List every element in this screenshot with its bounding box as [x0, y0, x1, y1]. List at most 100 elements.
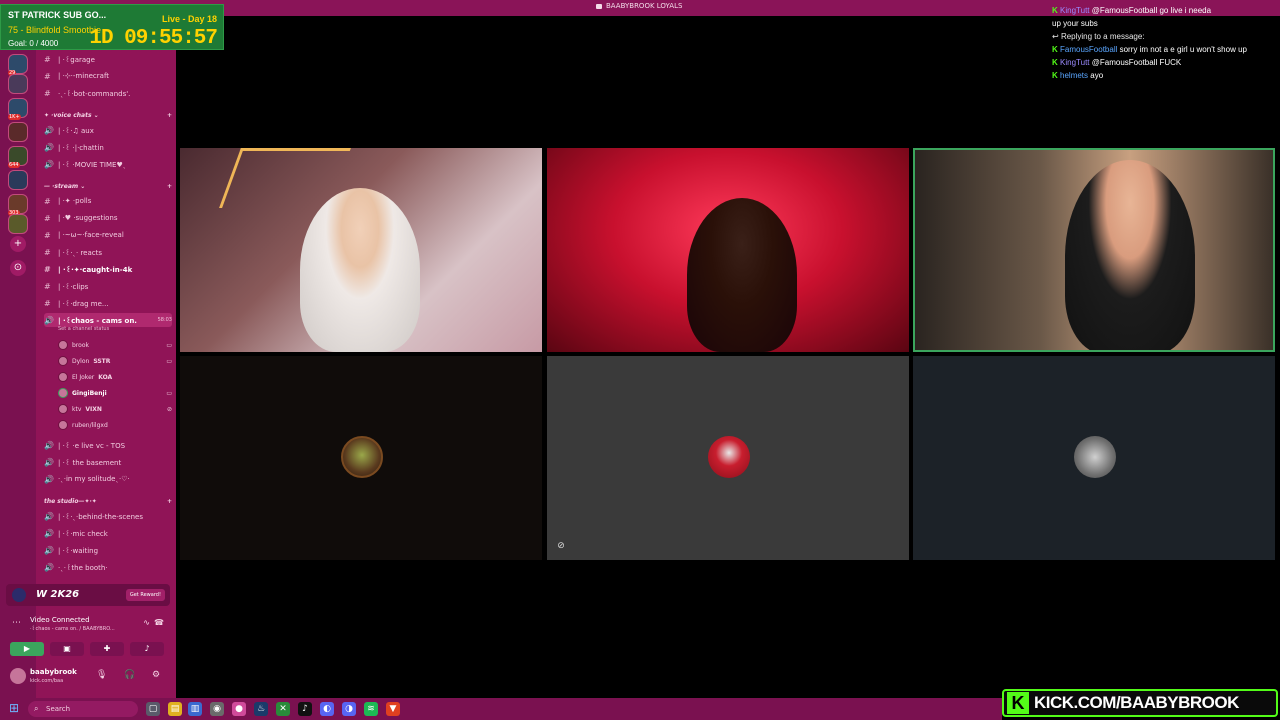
discord-app-icon[interactable]: ◐	[320, 702, 334, 716]
server-icon[interactable]	[8, 170, 28, 190]
avatar-tile[interactable]	[913, 356, 1275, 560]
channel-status-hint[interactable]: Set a channel status	[58, 326, 109, 332]
server-icon[interactable]	[8, 214, 28, 234]
voice-channel-item[interactable]: 🔊 | ·꒰ ·|·chattin	[44, 140, 172, 154]
channel-item[interactable]: # | ·꒰garage	[44, 52, 172, 66]
camera-icon: ▭	[166, 357, 172, 365]
chat-text: sorry im not a e girl u won't show up	[1119, 45, 1247, 54]
channel-item[interactable]: # ·ˎ·꒰·bot-commands'.	[44, 86, 172, 100]
discord-app-icon[interactable]: ◑	[342, 702, 356, 716]
task-view-icon[interactable]: ▢	[146, 702, 160, 716]
category-studio[interactable]: the studio—✦·✦ +	[44, 498, 172, 505]
channel-label: | ·꒰chaos - cams on.	[58, 317, 137, 325]
channel-item[interactable]: # | ·♥ ·suggestions	[44, 211, 172, 225]
add-channel-icon[interactable]: +	[167, 183, 172, 190]
avatar	[1074, 436, 1116, 478]
channel-item[interactable]: # | ·꒰·✦·caught-in-4k	[44, 262, 172, 276]
voice-member[interactable]: brook ▭	[58, 338, 172, 352]
gear-icon[interactable]: ⚙	[152, 670, 160, 680]
voice-channel-item[interactable]: 🔊 ·ˎ·in my solitudeˎ·♡·	[44, 472, 172, 486]
voice-connection-subtitle[interactable]: ·꒰chaos - cams on. / BAABYBRO...	[30, 626, 115, 632]
hash-icon: #	[44, 213, 51, 223]
channel-item[interactable]: # | ·꒰·ˎ· reacts	[44, 245, 172, 259]
add-channel-icon[interactable]: +	[167, 498, 172, 505]
channel-item[interactable]: # | ·꒰·drag me...	[44, 296, 172, 310]
headphones-icon[interactable]: 🎧	[124, 670, 135, 680]
goal-subtitle: 75 - Blindfold Smoothie	[8, 25, 102, 35]
category-voice-chats[interactable]: ✦ ·voice chats ⌄ +	[44, 112, 172, 119]
app-icon[interactable]: ●	[232, 702, 246, 716]
voice-channel-item[interactable]: 🔊 | ·꒰ ·MOVIE TIME♥ˎ	[44, 157, 172, 171]
get-reward-button[interactable]: Get Reward!	[125, 589, 165, 601]
obs-icon[interactable]: ◉	[210, 702, 224, 716]
video-tile[interactable]	[547, 148, 909, 352]
voice-member[interactable]: GingiBenji ▭	[58, 386, 172, 400]
server-icon[interactable]: 644	[8, 146, 28, 168]
server-icon[interactable]	[8, 74, 28, 94]
noise-suppression-icon[interactable]: ∿	[143, 618, 150, 627]
channel-label: | ·꒰·clips	[58, 283, 89, 291]
steam-icon[interactable]: ♨	[254, 702, 268, 716]
server-icon[interactable]: 29	[8, 54, 28, 76]
channel-label: | ·꒰·♫ aux	[58, 127, 94, 135]
avatar[interactable]	[10, 668, 26, 684]
voice-member[interactable]: El Joker KOA	[58, 370, 172, 384]
add-server-icon[interactable]: +	[10, 236, 26, 252]
channel-item[interactable]: # | ·✦ ·polls	[44, 194, 172, 208]
voice-channel-item[interactable]: 🔊 | ·꒰·ˎ·behind-the-scenes	[44, 509, 172, 523]
user-name: baabybrook	[30, 668, 77, 676]
goal-count: Goal: 0 / 4000	[8, 39, 59, 48]
speaker-icon: 🔊	[44, 440, 54, 450]
voice-channel-item[interactable]: 🔊 ·ˎ·꒰the booth·	[44, 560, 172, 574]
channel-label: | ·✦ ·polls	[58, 197, 92, 205]
file-explorer-icon[interactable]: ▤	[168, 702, 182, 716]
microphone-icon[interactable]: 🎙	[96, 670, 107, 680]
chat-text: Replying to a message:	[1060, 32, 1145, 41]
avatar-tile[interactable]: ⊘	[547, 356, 909, 560]
chat-username: helmets	[1060, 71, 1089, 80]
member-name: brook	[72, 341, 89, 349]
windows-start-icon[interactable]: ⊞	[9, 702, 22, 715]
add-channel-icon[interactable]: +	[167, 112, 172, 119]
speaker-icon: 🔊	[44, 142, 54, 152]
spotify-icon[interactable]: ≋	[364, 702, 378, 716]
screen-share-button[interactable]: ▣	[50, 642, 84, 656]
avatar-tile[interactable]	[180, 356, 542, 560]
voice-channel-item[interactable]: 🔊 | ·꒰·♫ aux	[44, 123, 172, 137]
folder-icon[interactable]: ▥	[188, 702, 202, 716]
active-voice-channel[interactable]: 🔊 | ·꒰chaos - cams on. 58:03	[44, 313, 172, 327]
countdown-timer: 1D 09:55:57	[89, 27, 218, 50]
server-icon[interactable]	[8, 122, 28, 142]
voice-channel-item[interactable]: 🔊 | ·꒰ the basement	[44, 455, 172, 469]
member-name: Dylon	[72, 357, 90, 365]
disconnect-icon[interactable]: ☎	[154, 618, 164, 627]
voice-member[interactable]: ktv VIXN ⊘	[58, 402, 172, 416]
discover-icon[interactable]: ⊙	[10, 260, 26, 276]
member-name: GingiBenji	[72, 389, 107, 397]
member-name: ktv	[72, 405, 82, 413]
server-badge: 1K+	[8, 114, 21, 120]
xbox-icon[interactable]: ✕	[276, 702, 290, 716]
brave-icon[interactable]: ▼	[386, 702, 400, 716]
taskbar-search[interactable]: ⌕ Search	[28, 701, 138, 717]
category-stream[interactable]: — ·stream ⌄ +	[44, 183, 172, 190]
channel-item[interactable]: # | ·~ω~·face-reveal	[44, 228, 172, 242]
member-name: ruben/lilgxd	[72, 421, 108, 429]
channel-item[interactable]: # | ·꒰·clips	[44, 279, 172, 293]
voice-member[interactable]: ruben/lilgxd	[58, 418, 172, 432]
voice-channel-item[interactable]: 🔊 | ·꒰ ·e live vc - TOS	[44, 438, 172, 452]
video-tile[interactable]	[180, 148, 542, 352]
voice-member[interactable]: Dylon SSTR ▭	[58, 354, 172, 368]
soundboard-button[interactable]: ♪	[130, 642, 164, 656]
camera-button[interactable]: ▶	[10, 642, 44, 656]
tiktok-icon[interactable]: ♪	[298, 702, 312, 716]
channel-item[interactable]: # | ·⊹·-minecraft	[44, 69, 172, 83]
activities-button[interactable]: ✚	[90, 642, 124, 656]
server-icon[interactable]: 303	[8, 194, 28, 216]
video-tile-speaking[interactable]	[913, 148, 1275, 352]
server-icon[interactable]: 1K+	[8, 98, 28, 120]
kick-logo-icon: K	[1007, 692, 1029, 714]
channel-label: | ·꒰ the basement	[58, 459, 122, 467]
voice-channel-item[interactable]: 🔊 | ·꒰·mic check	[44, 526, 172, 540]
voice-channel-item[interactable]: 🔊 | ·꒰·waiting	[44, 543, 172, 557]
